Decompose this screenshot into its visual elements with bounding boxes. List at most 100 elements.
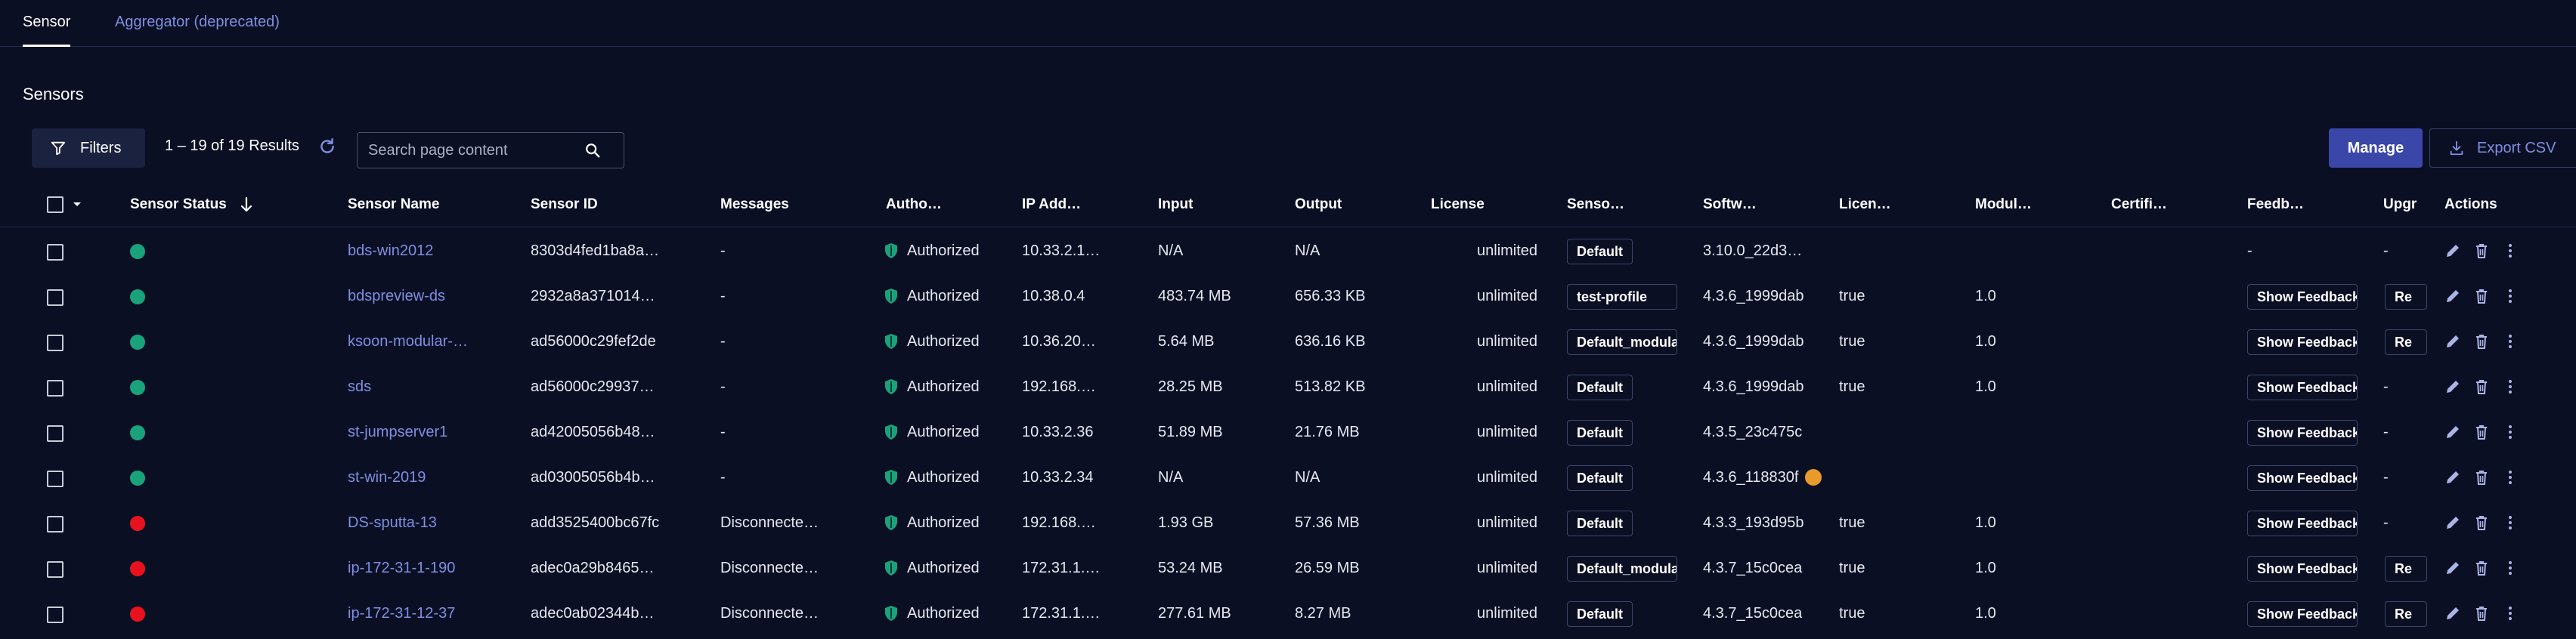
upgrade-button[interactable]: Re — [2385, 601, 2427, 627]
row-checkbox[interactable] — [47, 561, 63, 578]
trash-icon[interactable] — [2473, 288, 2490, 304]
edit-pencil-icon[interactable] — [2444, 333, 2461, 350]
trash-icon[interactable] — [2473, 424, 2490, 440]
filters-button[interactable]: Filters — [32, 128, 145, 168]
sensor-profile-chip[interactable]: Default — [1567, 601, 1633, 627]
table-row[interactable]: sds ad56000c29937… - Authorized 192.168.… 28.… — [0, 364, 2576, 409]
sensor-name-link[interactable]: DS-sputta-13 — [348, 500, 484, 545]
table-row[interactable]: bdspreview-ds 2932a8a371014… - Authorized 10… — [0, 273, 2576, 319]
row-checkbox[interactable] — [47, 380, 63, 397]
sensor-profile-chip[interactable]: Default — [1567, 465, 1633, 491]
table-row[interactable]: DS-sputta-13 add3525400bc67fc Disconnecte…… — [0, 500, 2576, 545]
column-header[interactable]: Input — [1158, 182, 1279, 227]
sensor-profile-chip[interactable]: Default — [1567, 239, 1633, 264]
manage-button[interactable]: Manage — [2329, 128, 2423, 168]
trash-icon[interactable] — [2473, 469, 2490, 486]
table-row[interactable]: st-win-2019 ad03005056b4b… - Authorized 10.3… — [0, 455, 2576, 500]
tab-sensor[interactable]: Sensor — [23, 0, 71, 47]
show-feedback-button[interactable]: Show Feedback — [2247, 465, 2358, 491]
table-row[interactable]: ip-172-31-12-37 adec0ab02344b… Disconnecte… — [0, 591, 2576, 636]
trash-icon[interactable] — [2473, 605, 2490, 622]
sensor-name-link[interactable]: st-jumpserver1 — [348, 409, 484, 455]
edit-pencil-icon[interactable] — [2444, 424, 2461, 440]
column-header[interactable]: Senso… — [1567, 182, 1688, 227]
column-header[interactable]: Upgr — [2383, 182, 2429, 227]
sensor-profile-chip[interactable]: Default_modular — [1567, 556, 1677, 582]
show-feedback-button[interactable]: Show Feedback — [2247, 329, 2358, 355]
more-vertical-icon[interactable] — [2502, 469, 2519, 486]
table-row[interactable]: bds-win2012 8303d4fed1ba8a… - Authorized 10.… — [0, 228, 2576, 273]
sort-arrow-down-icon[interactable] — [239, 196, 254, 214]
trash-icon[interactable] — [2473, 242, 2490, 259]
trash-icon[interactable] — [2473, 560, 2490, 576]
more-vertical-icon[interactable] — [2502, 333, 2519, 350]
column-header[interactable]: Modul… — [1975, 182, 2096, 227]
edit-pencil-icon[interactable] — [2444, 242, 2461, 259]
column-header[interactable]: Licen… — [1839, 182, 1960, 227]
more-vertical-icon[interactable] — [2502, 242, 2519, 259]
sensor-name-link[interactable]: bdspreview-ds — [348, 273, 484, 319]
sensor-name-link[interactable]: sds — [348, 364, 484, 409]
show-feedback-button[interactable]: Show Feedback — [2247, 556, 2358, 582]
sensor-profile-chip[interactable]: test-profile — [1567, 284, 1677, 310]
sensor-name-link[interactable]: st-win-2019 — [348, 455, 484, 500]
search-input[interactable] — [368, 133, 580, 168]
trash-icon[interactable] — [2473, 378, 2490, 395]
edit-pencil-icon[interactable] — [2444, 288, 2461, 304]
column-header[interactable]: Softw… — [1703, 182, 1824, 227]
table-row[interactable]: st-jumpserver1 ad42005056b48… - Authorized 1… — [0, 409, 2576, 455]
column-header[interactable]: Sensor ID — [531, 182, 697, 227]
trash-icon[interactable] — [2473, 514, 2490, 531]
more-vertical-icon[interactable] — [2502, 560, 2519, 576]
more-vertical-icon[interactable] — [2502, 424, 2519, 440]
row-checkbox[interactable] — [47, 244, 63, 261]
show-feedback-button[interactable]: Show Feedback — [2247, 601, 2358, 627]
row-checkbox[interactable] — [47, 335, 63, 351]
sensor-profile-chip[interactable]: Default — [1567, 375, 1633, 400]
more-vertical-icon[interactable] — [2502, 288, 2519, 304]
more-vertical-icon[interactable] — [2502, 605, 2519, 622]
table-row[interactable]: ksoon-modular-… ad56000c29fef2de - Authoriz… — [0, 319, 2576, 364]
table-row[interactable]: ip-172-31-1-190 adec0a29b8465… Disconnecte… — [0, 545, 2576, 591]
export-csv-button[interactable]: Export CSV — [2429, 128, 2576, 168]
edit-pencil-icon[interactable] — [2444, 469, 2461, 486]
column-header[interactable]: Autho… — [886, 182, 1007, 227]
edit-pencil-icon[interactable] — [2444, 560, 2461, 576]
sensor-name-link[interactable]: ip-172-31-12-37 — [348, 591, 484, 636]
row-checkbox[interactable] — [47, 425, 63, 442]
tab-aggregator[interactable]: Aggregator (deprecated) — [115, 0, 280, 47]
sensor-profile-chip[interactable]: Default_modular — [1567, 329, 1677, 355]
select-all-checkbox[interactable] — [47, 196, 63, 213]
sensor-name-link[interactable]: bds-win2012 — [348, 228, 484, 273]
column-header[interactable]: Certifi… — [2111, 182, 2232, 227]
row-checkbox[interactable] — [47, 607, 63, 623]
column-header[interactable]: Sensor Name — [348, 182, 506, 227]
sensor-name-link[interactable]: ip-172-31-1-190 — [348, 545, 484, 591]
column-header[interactable]: Messages — [720, 182, 872, 227]
edit-pencil-icon[interactable] — [2444, 605, 2461, 622]
show-feedback-button[interactable]: Show Feedback — [2247, 420, 2358, 446]
row-checkbox[interactable] — [47, 516, 63, 532]
more-vertical-icon[interactable] — [2502, 378, 2519, 395]
search-icon[interactable] — [584, 142, 601, 159]
chevron-down-icon[interactable] — [73, 202, 82, 208]
edit-pencil-icon[interactable] — [2444, 378, 2461, 395]
refresh-icon[interactable] — [317, 137, 337, 156]
upgrade-button[interactable]: Re — [2385, 329, 2427, 355]
more-vertical-icon[interactable] — [2502, 514, 2519, 531]
column-header[interactable]: Output — [1295, 182, 1416, 227]
upgrade-button[interactable]: Re — [2385, 556, 2427, 582]
column-header[interactable]: IP Add… — [1022, 182, 1143, 227]
show-feedback-button[interactable]: Show Feedback — [2247, 511, 2358, 536]
edit-pencil-icon[interactable] — [2444, 514, 2461, 531]
upgrade-button[interactable]: Re — [2385, 284, 2427, 310]
show-feedback-button[interactable]: Show Feedback — [2247, 375, 2358, 400]
trash-icon[interactable] — [2473, 333, 2490, 350]
row-checkbox[interactable] — [47, 471, 63, 487]
sensor-profile-chip[interactable]: Default — [1567, 511, 1633, 536]
sensor-profile-chip[interactable]: Default — [1567, 420, 1633, 446]
column-header[interactable]: License — [1431, 182, 1552, 227]
row-checkbox[interactable] — [47, 289, 63, 306]
column-header[interactable]: Feedb… — [2247, 182, 2368, 227]
sensor-name-link[interactable]: ksoon-modular-… — [348, 319, 484, 364]
